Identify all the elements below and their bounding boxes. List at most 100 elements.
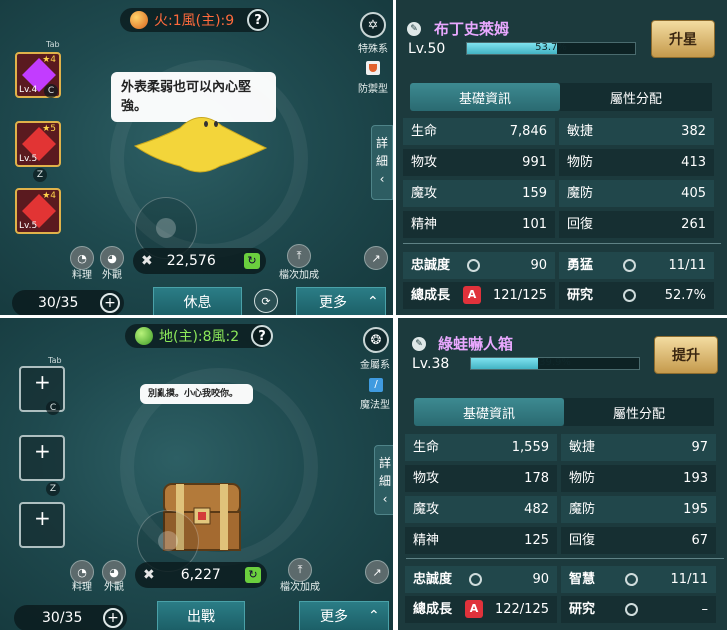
pet-capacity: 30/35 +	[14, 605, 127, 630]
element-label: 火:1風(主):9	[154, 13, 235, 29]
stat-row: 魔防 405	[559, 180, 714, 207]
stat-label: 物防	[567, 155, 594, 170]
rename-icon[interactable]: ✎	[412, 337, 426, 351]
slot-stars: ★4	[42, 55, 56, 65]
stat-value: 405	[681, 186, 706, 201]
capacity-value: 30/35	[42, 610, 83, 626]
chevron-up-icon: ⌃	[368, 608, 380, 624]
add-pet-icon: +	[34, 370, 51, 394]
stat-label: 精神	[413, 533, 440, 548]
slot-level: Lv.4	[19, 85, 38, 95]
search-icon[interactable]	[467, 259, 480, 272]
trait-value: 11/11	[668, 258, 706, 273]
pet-slot-3[interactable]: +	[19, 502, 65, 548]
stat-label: 回復	[567, 217, 594, 232]
subtype-label: 魔法型	[360, 400, 390, 411]
search-icon[interactable]	[469, 573, 482, 586]
detail-tab[interactable]: 詳細 ‹	[374, 445, 393, 515]
search-icon[interactable]	[623, 289, 636, 302]
stat-row: 回復 67	[561, 527, 716, 554]
reset-bonus-label: 檔次加成	[280, 582, 320, 593]
stat-row: 魔防 195	[561, 496, 716, 523]
slot-key: C	[44, 84, 58, 98]
tab-hint: Tab	[46, 40, 60, 49]
stat-value: 67	[691, 533, 708, 548]
pet-level: Lv.50	[408, 41, 446, 57]
xp-text: 39.9%	[539, 357, 571, 368]
shield-icon	[366, 61, 380, 75]
trait-label: 研究	[569, 602, 596, 617]
stat-row: 物防 413	[559, 149, 714, 176]
add-pet-icon: +	[34, 506, 51, 530]
rest-button[interactable]: 休息	[153, 287, 242, 315]
search-icon[interactable]	[625, 573, 638, 586]
stat-value: 991	[522, 155, 547, 170]
joystick-knob	[156, 218, 176, 238]
upgrade-star-button[interactable]: 升星	[651, 20, 715, 58]
upgrade-button[interactable]: 提升	[654, 336, 718, 374]
power-up-icon: ↻	[245, 567, 261, 583]
stat-row: 魔攻 159	[403, 180, 555, 207]
power-display: ✖ 6,227 ↻	[135, 562, 267, 588]
add-pet-icon: +	[34, 439, 51, 463]
xp-bar: 53.7%	[466, 42, 636, 55]
tab-basic-info[interactable]: 基礎資訊	[414, 398, 564, 426]
stat-value: 193	[683, 471, 708, 486]
add-capacity-button[interactable]: +	[100, 293, 120, 313]
stat-value: 261	[681, 217, 706, 232]
stat-label: 生命	[413, 440, 440, 455]
slot-level: Lv.5	[19, 221, 38, 231]
share-icon[interactable]: ↗	[364, 246, 388, 270]
trait-row: 總成長 A 122/125	[405, 596, 557, 623]
stat-value: 482	[524, 502, 549, 517]
stat-label: 生命	[411, 124, 438, 139]
stat-row: 精神 125	[405, 527, 557, 554]
power-display: ✖ 22,576 ↻	[133, 248, 266, 274]
star-hex-icon: ✡	[360, 12, 386, 38]
tab-attribute[interactable]: 屬性分配	[564, 398, 714, 426]
search-icon[interactable]	[623, 259, 636, 272]
stat-value: 195	[683, 502, 708, 517]
reset-bonus-icon[interactable]: ⤒	[287, 244, 311, 268]
help-button[interactable]: ?	[247, 9, 269, 31]
more-label: 更多	[319, 295, 347, 311]
pet-panel-bottom: 地(主):8風:2 ? ❂ 金屬系 / 魔法型 Tab + C + Z + 別亂…	[0, 318, 727, 630]
gear-crest-icon: ❂	[363, 327, 389, 353]
swords-icon: ✖	[141, 253, 153, 269]
trait-row: 總成長 A 121/125	[403, 282, 555, 309]
stat-label: 精神	[411, 217, 438, 232]
detail-tab[interactable]: 詳細 ‹	[371, 125, 393, 200]
more-button[interactable]: 更多 ⌃	[296, 287, 386, 315]
pet-panel-top: 火:1風(主):9 ? ✡ 特殊系 防禦型 Tab ★4 Lv.4 C ★5 L…	[0, 0, 727, 315]
stat-row: 物防 193	[561, 465, 716, 492]
slot-level: Lv.5	[19, 154, 38, 164]
tab-attribute[interactable]: 屬性分配	[560, 83, 712, 111]
grade-badge: A	[463, 286, 481, 304]
pet-slot-3[interactable]: ★4 Lv.5	[15, 188, 61, 234]
stat-row: 生命 7,846	[403, 118, 555, 145]
tab-basic-info[interactable]: 基礎資訊	[410, 83, 560, 111]
share-icon[interactable]: ↗	[365, 560, 389, 584]
add-capacity-button[interactable]: +	[103, 608, 123, 628]
chevron-left-icon: ‹	[382, 492, 388, 506]
more-label: 更多	[320, 609, 348, 625]
search-icon[interactable]	[625, 603, 638, 616]
speech-bubble: 別亂摸。小心我咬你。	[140, 384, 253, 404]
swap-icon[interactable]: ⟳	[254, 289, 278, 313]
more-button[interactable]: 更多 ⌃	[299, 601, 389, 630]
trait-row: 忠誠度 90	[403, 252, 555, 279]
power-up-icon: ↻	[244, 253, 260, 269]
rename-icon[interactable]: ✎	[407, 22, 421, 36]
slot-stars: ★4	[42, 191, 56, 201]
stat-label: 物防	[569, 471, 596, 486]
deploy-button[interactable]: 出戰	[157, 601, 245, 630]
power-value: 22,576	[166, 253, 216, 269]
trait-label: 研究	[567, 288, 594, 303]
type-label: 金屬系	[360, 360, 390, 371]
trait-label: 總成長	[413, 602, 453, 617]
stat-value: 178	[524, 471, 549, 486]
pet-slot-2[interactable]: ★5 Lv.5	[15, 121, 61, 167]
pet-slot-2[interactable]: +	[19, 435, 65, 481]
element-pill: 地(主):8風:2	[125, 324, 271, 348]
help-button[interactable]: ?	[251, 325, 273, 347]
